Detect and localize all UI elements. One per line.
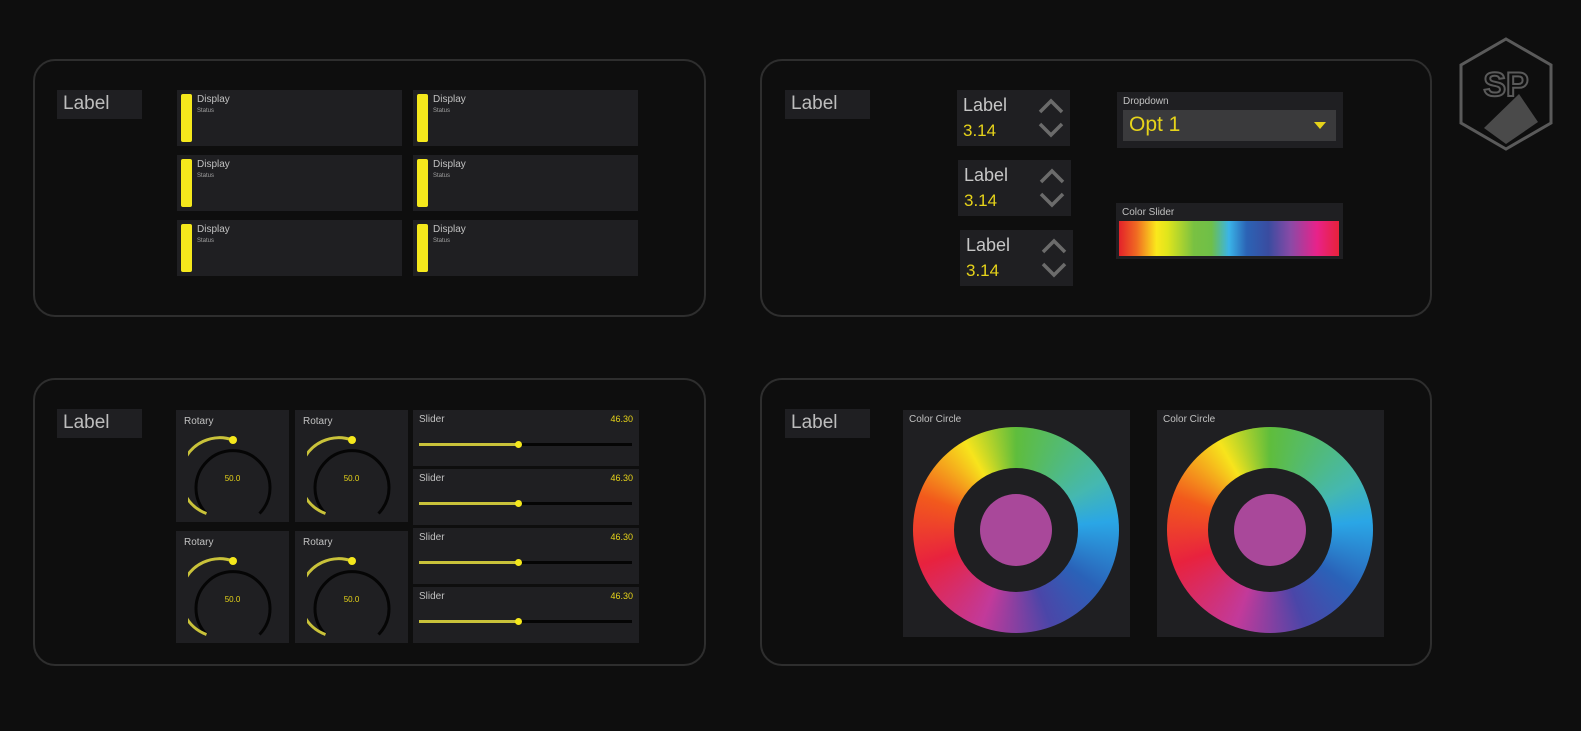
- spinner-value[interactable]: 3.14: [966, 261, 999, 281]
- panel-label: Label: [57, 409, 142, 438]
- color-circle-title: Color Circle: [909, 414, 962, 425]
- slider-track[interactable]: [419, 441, 632, 448]
- selected-color-swatch[interactable]: [980, 494, 1052, 566]
- slider-value: 46.30: [610, 532, 633, 542]
- slider-thumb[interactable]: [514, 441, 522, 448]
- knob-thumb: [348, 436, 356, 444]
- display-status: Status: [433, 108, 451, 114]
- chevron-down-icon[interactable]: [1037, 189, 1067, 211]
- panel-label: Label: [785, 90, 870, 119]
- color-circle-picker: Color Circle: [1157, 410, 1384, 637]
- selected-color-swatch[interactable]: [1234, 494, 1306, 566]
- rotary-value: 50.0: [224, 474, 241, 483]
- sp-logo: SP: [1456, 36, 1556, 157]
- status-indicator: [417, 224, 428, 272]
- slider-value: 46.30: [610, 473, 633, 483]
- display-status: Status: [433, 238, 451, 244]
- display-status: Status: [433, 173, 451, 179]
- rotary-value: 50.0: [343, 474, 360, 483]
- panel-label: Label: [785, 409, 870, 438]
- color-circle-title: Color Circle: [1163, 414, 1216, 425]
- chevron-up-icon[interactable]: [1036, 95, 1066, 117]
- rotary-knob[interactable]: Rotary 50.0: [295, 410, 408, 522]
- slider-thumb[interactable]: [514, 618, 522, 625]
- rotary-value: 50.0: [224, 595, 241, 604]
- dropdown-title: Dropdown: [1123, 96, 1169, 107]
- status-display: Display Status: [413, 155, 638, 211]
- slider-title: Slider: [419, 414, 445, 425]
- spinner-label: Label: [964, 165, 1009, 185]
- status-indicator: [417, 159, 428, 207]
- knob-thumb: [229, 557, 237, 565]
- color-slider-track[interactable]: [1119, 221, 1339, 256]
- rotary-knob[interactable]: Rotary 50.0: [176, 410, 289, 522]
- status-display: Display Status: [413, 220, 638, 276]
- slider-value: 46.30: [610, 591, 633, 601]
- slider-fill: [419, 620, 518, 623]
- spinner-label: Label: [963, 95, 1008, 115]
- display-status: Status: [197, 108, 215, 114]
- dropdown-value[interactable]: Opt 1: [1129, 113, 1180, 137]
- slider-track[interactable]: [419, 618, 632, 625]
- display-title: Display: [433, 94, 466, 105]
- number-spinner: Label 3.14: [957, 90, 1070, 146]
- status-indicator: [417, 94, 428, 142]
- slider-control: Slider 46.30: [413, 410, 639, 466]
- status-indicator: [181, 94, 192, 142]
- slider-track[interactable]: [419, 500, 632, 507]
- slider-value: 46.30: [610, 414, 633, 424]
- logo-text: SP: [1483, 66, 1528, 104]
- display-title: Display: [197, 94, 230, 105]
- status-indicator: [181, 224, 192, 272]
- slider-title: Slider: [419, 591, 445, 602]
- display-status: Status: [197, 173, 215, 179]
- slider-fill: [419, 502, 518, 505]
- slider-title: Slider: [419, 532, 445, 543]
- slider-title: Slider: [419, 473, 445, 484]
- slider-fill: [419, 561, 518, 564]
- slider-control: Slider 46.30: [413, 469, 639, 525]
- rotary-value: 50.0: [343, 595, 360, 604]
- status-display: Display Status: [177, 220, 402, 276]
- rotary-title: Rotary: [303, 416, 333, 427]
- rotary-knob[interactable]: Rotary 50.0: [295, 531, 408, 643]
- slider-track[interactable]: [419, 559, 632, 566]
- color-slider-control: Color Slider: [1116, 203, 1343, 259]
- knob-thumb: [348, 557, 356, 565]
- status-display: Display Status: [413, 90, 638, 146]
- display-title: Display: [433, 159, 466, 170]
- knob-thumb: [229, 436, 237, 444]
- chevron-down-icon[interactable]: [1039, 259, 1069, 281]
- status-display: Display Status: [177, 90, 402, 146]
- rotary-knob[interactable]: Rotary 50.0: [176, 531, 289, 643]
- panel-label: Label: [57, 90, 142, 119]
- display-status: Status: [197, 238, 215, 244]
- rotary-title: Rotary: [184, 416, 214, 427]
- display-title: Display: [197, 159, 230, 170]
- rotary-title: Rotary: [303, 537, 333, 548]
- color-slider-title: Color Slider: [1122, 207, 1175, 218]
- caret-down-icon[interactable]: [1314, 122, 1326, 129]
- slider-fill: [419, 443, 518, 446]
- status-indicator: [181, 159, 192, 207]
- spinner-label: Label: [966, 235, 1011, 255]
- display-title: Display: [433, 224, 466, 235]
- number-spinner: Label 3.14: [958, 160, 1071, 216]
- slider-thumb[interactable]: [514, 500, 522, 507]
- rotary-title: Rotary: [184, 537, 214, 548]
- dropdown-select[interactable]: Opt 1: [1123, 110, 1336, 141]
- slider-thumb[interactable]: [514, 559, 522, 566]
- color-circle-picker: Color Circle: [903, 410, 1130, 637]
- slider-control: Slider 46.30: [413, 587, 639, 643]
- status-display: Display Status: [177, 155, 402, 211]
- chevron-down-icon[interactable]: [1036, 119, 1066, 141]
- number-spinner: Label 3.14: [960, 230, 1073, 286]
- spinner-value[interactable]: 3.14: [964, 191, 997, 211]
- chevron-up-icon[interactable]: [1039, 235, 1069, 257]
- spinner-value[interactable]: 3.14: [963, 121, 996, 141]
- dropdown-control: Dropdown Opt 1: [1117, 92, 1343, 148]
- display-title: Display: [197, 224, 230, 235]
- slider-control: Slider 46.30: [413, 528, 639, 584]
- chevron-up-icon[interactable]: [1037, 165, 1067, 187]
